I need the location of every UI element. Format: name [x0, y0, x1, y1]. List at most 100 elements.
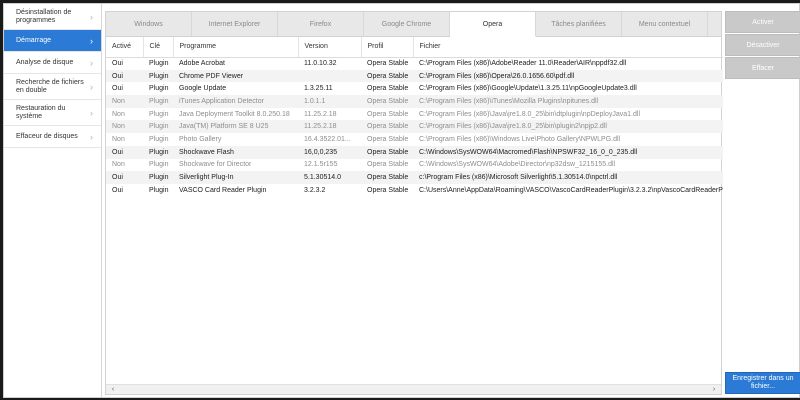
- sidebar-item-label: Recherche de fichiers en double: [16, 78, 84, 94]
- app-window: Désinstallation de programmes › Démarrag…: [3, 3, 800, 398]
- cell-file: C:\Windows\SysWOW64\Macromed\Flash\NPSWF…: [413, 145, 723, 159]
- cell-program: Photo Gallery: [179, 135, 222, 143]
- sidebar-item-startup[interactable]: Démarrage ›: [4, 30, 101, 52]
- cell-program: Java Deployment Toolkit 8.0.250.18: [179, 110, 290, 118]
- cell-file: C:\Program Files (x86)\Java\jre1.8.0_25\…: [413, 120, 723, 134]
- sidebar-item-duplicate-finder[interactable]: Recherche de fichiers en double ›: [4, 74, 101, 100]
- sidebar-item-disk-wiper[interactable]: Effaceur de disques ›: [4, 126, 101, 148]
- cell-version: 5.1.30514.0: [298, 171, 361, 184]
- tab-google-chrome[interactable]: Google Chrome: [364, 12, 450, 36]
- table-row[interactable]: Oui Plugin Chrome PDF Viewer Opera Stabl…: [106, 69, 723, 83]
- chevron-right-icon: ›: [90, 81, 93, 92]
- cell-version: 12.1.5r155: [304, 161, 338, 169]
- cell-profile: Opera Stable: [361, 95, 413, 108]
- cell-enabled: Non: [106, 95, 143, 108]
- column-header-file[interactable]: Fichier: [412, 37, 723, 58]
- cell-program: Shockwave Flash: [173, 145, 298, 159]
- cell-version: 16.4.3522.01...: [304, 135, 351, 143]
- cell-file: C:\Program Files (x86)\Opera\26.0.1656.6…: [413, 69, 723, 83]
- table-row[interactable]: Oui Plugin Silverlight Plug-In 5.1.30514…: [106, 171, 723, 184]
- chevron-right-icon: ›: [90, 57, 93, 68]
- activate-button[interactable]: Activer: [725, 11, 800, 33]
- tab-internet-explorer[interactable]: Internet Explorer: [192, 12, 278, 36]
- cell-enabled: Oui: [106, 171, 143, 184]
- cell-enabled: Non: [112, 161, 125, 169]
- scroll-right-icon[interactable]: ›: [709, 385, 719, 395]
- cell-enabled: Oui: [106, 145, 143, 159]
- tab-context-menu[interactable]: Menu contextuel: [622, 12, 708, 36]
- sidebar-item-label: Démarrage: [16, 36, 52, 44]
- cell-enabled: Oui: [112, 60, 123, 68]
- table-row[interactable]: Non Plugin Java(TM) Platform SE 8 U25 11…: [106, 120, 723, 134]
- sidebar-item-system-restore[interactable]: Restauration du système ›: [4, 100, 101, 126]
- cell-enabled: Non: [106, 120, 143, 134]
- deactivate-button[interactable]: Désactiver: [725, 34, 800, 56]
- cell-enabled: Oui: [112, 85, 123, 93]
- cell-profile: Opera Stable: [361, 69, 413, 83]
- cell-key: Plugin: [149, 85, 169, 93]
- browser-tabs: Windows Internet Explorer Firefox Google…: [106, 12, 721, 37]
- table-header-row: Activé Clé Programme Version Profil Fich…: [106, 37, 723, 58]
- cell-profile: Opera Stable: [367, 85, 409, 93]
- cell-program: Java(TM) Platform SE 8 U25: [173, 120, 298, 134]
- cell-key: Plugin: [143, 171, 173, 184]
- cell-file: C:\Program Files (x86)\Windows Live\Phot…: [419, 135, 621, 143]
- cell-version: 1.3.25.11: [304, 85, 333, 93]
- cell-program: VASCO Card Reader Plugin: [179, 186, 267, 194]
- cell-file: c:\Program Files (x86)\Microsoft Silverl…: [413, 171, 723, 184]
- sidebar-item-uninstall[interactable]: Désinstallation de programmes ›: [4, 4, 101, 30]
- cell-profile: Opera Stable: [361, 145, 413, 159]
- chevron-right-icon: ›: [90, 35, 93, 46]
- cell-key: Plugin: [149, 110, 169, 118]
- cell-key: Plugin: [149, 186, 169, 194]
- cell-program: Chrome PDF Viewer: [173, 69, 298, 83]
- cell-profile: Opera Stable: [367, 161, 409, 169]
- chevron-right-icon: ›: [90, 11, 93, 22]
- cell-version: 16,0,0,235: [298, 145, 361, 159]
- column-header-enabled[interactable]: Activé: [106, 37, 143, 58]
- cell-program: Google Update: [179, 85, 227, 93]
- action-panel: Activer Désactiver Effacer Enregistrer d…: [725, 11, 800, 395]
- sidebar-item-label: Analyse de disque: [16, 58, 74, 66]
- cell-file: C:\Program Files (x86)\Google\Update\1.3…: [419, 85, 637, 93]
- startup-table: Activé Clé Programme Version Profil Fich…: [106, 37, 723, 197]
- column-header-program[interactable]: Programme: [172, 37, 298, 58]
- tab-opera[interactable]: Opera: [450, 12, 536, 37]
- tab-scheduled-tasks[interactable]: Tâches planifiées: [536, 12, 622, 36]
- column-header-profile[interactable]: Profil: [360, 37, 413, 58]
- cell-key: Plugin: [143, 120, 173, 134]
- cell-profile: Opera Stable: [367, 110, 409, 118]
- cell-enabled: Oui: [106, 69, 143, 83]
- main-panel: Windows Internet Explorer Firefox Google…: [105, 11, 723, 395]
- table-row[interactable]: Non Plugin iTunes Application Detector 1…: [106, 95, 723, 108]
- chevron-right-icon: ›: [90, 107, 93, 118]
- sidebar-item-disk-analysis[interactable]: Analyse de disque ›: [4, 52, 101, 74]
- horizontal-scrollbar[interactable]: ‹ ›: [106, 384, 721, 394]
- table-row[interactable]: Non Plugin Shockwave for Director 12.1.5…: [106, 159, 723, 172]
- table-row[interactable]: Oui Plugin Adobe Acrobat 11.0.10.32 Oper…: [106, 57, 723, 70]
- cell-file: C:\Program Files (x86)\iTunes\Mozilla Pl…: [413, 95, 723, 108]
- sidebar-item-label: Désinstallation de programmes: [16, 8, 72, 24]
- cell-version: 11.25.2.18: [298, 120, 361, 134]
- table-row[interactable]: Oui Plugin VASCO Card Reader Plugin 3.2.…: [106, 184, 723, 197]
- column-header-version[interactable]: Version: [297, 37, 361, 58]
- column-header-key[interactable]: Clé: [142, 37, 173, 58]
- cell-file: C:\Program Files (x86)\Adobe\Reader 11.0…: [419, 60, 627, 68]
- tab-firefox[interactable]: Firefox: [278, 12, 364, 36]
- table-row[interactable]: Non Plugin Java Deployment Toolkit 8.0.2…: [106, 108, 723, 121]
- cell-profile: Opera Stable: [367, 186, 409, 194]
- cell-file: C:\Users\Anne\AppData\Roaming\VASCO\Vasc…: [419, 186, 723, 194]
- cell-profile: Opera Stable: [361, 171, 413, 184]
- scroll-left-icon[interactable]: ‹: [108, 385, 118, 395]
- save-to-file-button[interactable]: Enregistrer dans un fichier...: [725, 372, 800, 394]
- cell-key: Plugin: [143, 145, 173, 159]
- cell-version: 3.2.3.2: [304, 186, 326, 194]
- delete-button[interactable]: Effacer: [725, 57, 800, 79]
- tab-windows[interactable]: Windows: [106, 12, 192, 36]
- table-row[interactable]: Oui Plugin Google Update 1.3.25.11 Opera…: [106, 82, 723, 95]
- sidebar-item-label: Effaceur de disques: [16, 132, 78, 140]
- cell-file: C:\Program Files (x86)\Java\jre1.8.0_25\…: [419, 110, 641, 118]
- table-row[interactable]: Oui Plugin Shockwave Flash 16,0,0,235 Op…: [106, 145, 723, 159]
- table-row[interactable]: Non Plugin Photo Gallery 16.4.3522.01...…: [106, 133, 723, 146]
- cell-file: C:\Windows\SysWOW64\Adobe\Director\np32d…: [419, 161, 616, 169]
